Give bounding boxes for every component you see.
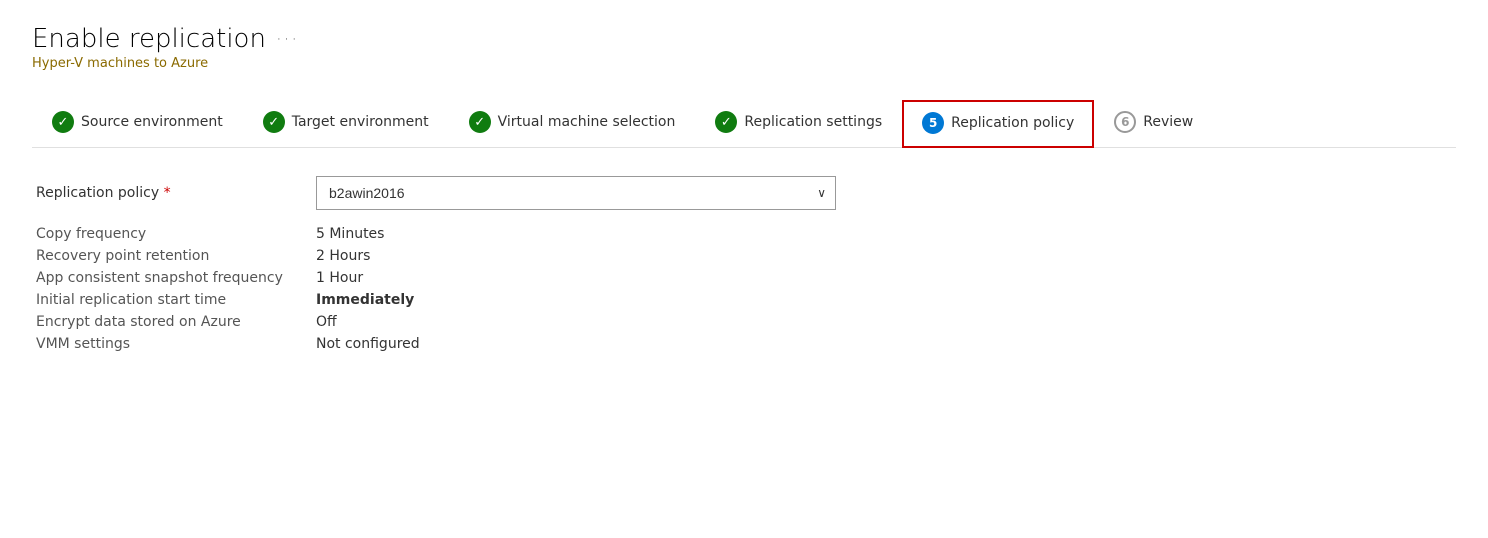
step-vm-selection[interactable]: ✓ Virtual machine selection: [449, 99, 696, 147]
step-target-environment[interactable]: ✓ Target environment: [243, 99, 449, 147]
encrypt-value: Off: [316, 314, 337, 330]
required-indicator: *: [164, 185, 171, 201]
copy-frequency-value: 5 Minutes: [316, 226, 384, 242]
vmm-row: VMM settings Not configured: [36, 336, 1452, 352]
content-area: Replication policy * b2awin2016 ∨ Copy f…: [32, 176, 1456, 352]
check-icon-3: ✓: [469, 111, 491, 133]
encrypt-label: Encrypt data stored on Azure: [36, 314, 316, 330]
copy-frequency-row: Copy frequency 5 Minutes: [36, 226, 1452, 242]
recovery-point-value: 2 Hours: [316, 248, 370, 264]
step-num-6: 6: [1114, 111, 1136, 133]
steps-bar: ✓ Source environment ✓ Target environmen…: [32, 99, 1456, 148]
step-label-1: Source environment: [81, 114, 223, 130]
encrypt-row: Encrypt data stored on Azure Off: [36, 314, 1452, 330]
policy-dropdown-container: b2awin2016 ∨: [316, 176, 836, 210]
initial-replication-label: Initial replication start time: [36, 292, 316, 308]
step-replication-policy[interactable]: 5 Replication policy: [902, 100, 1094, 148]
snapshot-value: 1 Hour: [316, 270, 363, 286]
initial-replication-row: Initial replication start time Immediate…: [36, 292, 1452, 308]
step-label-5: Replication policy: [951, 115, 1074, 131]
policy-field-label: Replication policy *: [36, 185, 316, 201]
step-num-5: 5: [922, 112, 944, 134]
step-replication-settings[interactable]: ✓ Replication settings: [695, 99, 902, 147]
page-subtitle: Hyper-V machines to Azure: [32, 56, 1456, 71]
vmm-value: Not configured: [316, 336, 420, 352]
page-title: Enable replication ···: [32, 24, 1456, 54]
step-source-environment[interactable]: ✓ Source environment: [32, 99, 243, 147]
policy-dropdown[interactable]: b2awin2016: [316, 176, 836, 210]
step-label-6: Review: [1143, 114, 1193, 130]
step-review[interactable]: 6 Review: [1094, 99, 1213, 147]
step-label-2: Target environment: [292, 114, 429, 130]
step-label-3: Virtual machine selection: [498, 114, 676, 130]
recovery-point-row: Recovery point retention 2 Hours: [36, 248, 1452, 264]
recovery-point-label: Recovery point retention: [36, 248, 316, 264]
policy-info-section: Copy frequency 5 Minutes Recovery point …: [36, 226, 1452, 352]
check-icon-1: ✓: [52, 111, 74, 133]
check-icon-2: ✓: [263, 111, 285, 133]
copy-frequency-label: Copy frequency: [36, 226, 316, 242]
snapshot-row: App consistent snapshot frequency 1 Hour: [36, 270, 1452, 286]
step-label-4: Replication settings: [744, 114, 882, 130]
vmm-label: VMM settings: [36, 336, 316, 352]
page-header: Enable replication ··· Hyper-V machines …: [32, 24, 1456, 71]
snapshot-label: App consistent snapshot frequency: [36, 270, 316, 286]
page-ellipsis[interactable]: ···: [276, 29, 299, 50]
initial-replication-value: Immediately: [316, 292, 414, 308]
policy-field-row: Replication policy * b2awin2016 ∨: [36, 176, 1452, 210]
check-icon-4: ✓: [715, 111, 737, 133]
